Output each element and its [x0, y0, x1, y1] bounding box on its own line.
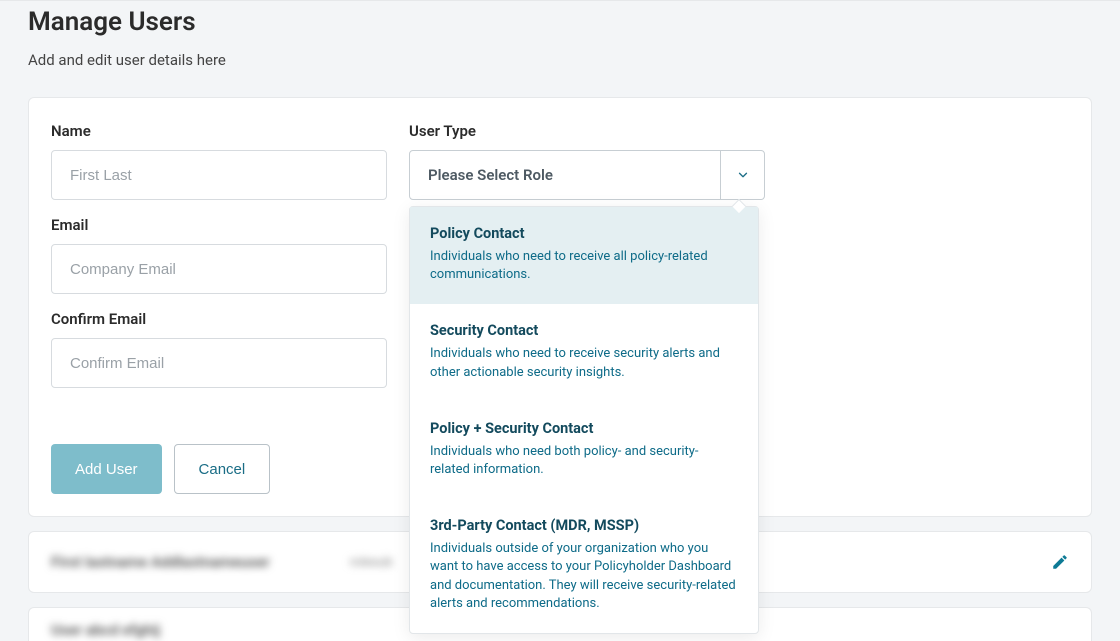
chevron-down-icon — [720, 151, 764, 199]
option-title: Security Contact — [430, 322, 738, 339]
cancel-button[interactable]: Cancel — [174, 444, 271, 494]
user-type-dropdown: Policy Contact Individuals who need to r… — [409, 206, 759, 634]
dropdown-option-policy-contact[interactable]: Policy Contact Individuals who need to r… — [410, 207, 758, 304]
option-desc: Individuals who need both policy- and se… — [430, 443, 738, 479]
name-label: Name — [51, 122, 387, 140]
option-desc: Individuals who need to receive security… — [430, 345, 738, 381]
option-title: Policy Contact — [430, 225, 738, 242]
option-title: 3rd-Party Contact (MDR, MSSP) — [430, 517, 738, 534]
email-label: Email — [51, 216, 387, 234]
option-desc: Individuals who need to receive all poli… — [430, 248, 738, 284]
user-type-selected: Please Select Role — [410, 166, 720, 184]
dropdown-option-security-contact[interactable]: Security Contact Individuals who need to… — [410, 304, 758, 401]
user-row-sub: rolesub — [350, 555, 393, 570]
email-input[interactable] — [51, 244, 387, 294]
user-type-label: User Type — [409, 122, 765, 140]
option-title: Policy + Security Contact — [430, 420, 738, 437]
user-row-name: First lastname Addlastnameuser — [51, 553, 270, 571]
dropdown-option-3rd-party-contact[interactable]: 3rd-Party Contact (MDR, MSSP) Individual… — [410, 499, 758, 633]
name-input[interactable] — [51, 150, 387, 200]
add-user-button[interactable]: Add User — [51, 444, 162, 494]
page-subtitle: Add and edit user details here — [28, 51, 1092, 69]
dropdown-option-policy-security-contact[interactable]: Policy + Security Contact Individuals wh… — [410, 402, 758, 499]
confirm-email-input[interactable] — [51, 338, 387, 388]
page-title: Manage Users — [28, 7, 1092, 37]
user-row-name: User abcd efghij — [51, 621, 160, 639]
confirm-email-label: Confirm Email — [51, 310, 387, 328]
option-desc: Individuals outside of your organization… — [430, 540, 738, 613]
add-user-card: Name Email Confirm Email Add User Cancel — [28, 97, 1092, 517]
edit-icon[interactable] — [1051, 553, 1069, 571]
user-type-select[interactable]: Please Select Role — [409, 150, 765, 200]
